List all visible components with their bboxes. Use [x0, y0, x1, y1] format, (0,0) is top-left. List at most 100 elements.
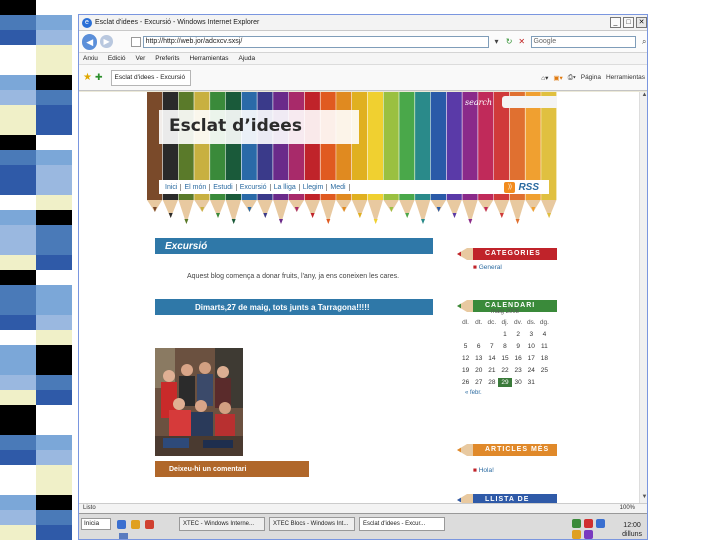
zoom-level[interactable]: 100%	[620, 504, 635, 513]
nav-item[interactable]: La lliga	[274, 183, 300, 191]
maximize-button[interactable]: □	[623, 17, 634, 28]
refresh-icon[interactable]: ↻	[504, 37, 514, 47]
calendar-day[interactable]: 8	[498, 342, 511, 351]
comment-heading[interactable]: Deixeu-hi un comentari	[169, 466, 246, 473]
blog-search-input[interactable]	[502, 96, 557, 108]
tray-icon[interactable]	[572, 519, 581, 528]
calendar-day[interactable]: 20	[472, 366, 485, 375]
search-icon[interactable]: ⌕	[639, 37, 647, 47]
calendar-day[interactable]: 7	[485, 342, 498, 351]
tools-menu[interactable]: Herramientas	[606, 74, 645, 81]
calendar-day[interactable]: 22	[498, 366, 511, 375]
back-arrow-icon[interactable]: ◀	[82, 33, 98, 50]
address-input[interactable]: http://http://web.jor/adcxcv.sxsj/	[142, 35, 489, 48]
quick-launch-app-icon[interactable]	[145, 520, 154, 529]
site-title: Esclat d’idees	[169, 116, 302, 136]
calendar-day[interactable]: 18	[538, 354, 551, 363]
calendar-empty-cell	[472, 330, 485, 339]
calendar-day[interactable]: 26	[459, 378, 472, 387]
calendar-day[interactable]: 31	[525, 378, 538, 387]
tray-icon[interactable]	[584, 519, 593, 528]
clock[interactable]: 12:00 dilluns	[622, 521, 642, 539]
calendar-day[interactable]: 25	[538, 366, 551, 375]
nav-item[interactable]: Medi	[330, 183, 350, 191]
mosaic-tile	[0, 270, 36, 285]
forward-arrow-icon[interactable]: ▶	[100, 35, 113, 48]
calendar-day[interactable]: 5	[459, 342, 472, 351]
nav-item[interactable]: Excursió	[240, 183, 271, 191]
calendar-day[interactable]: 29	[498, 378, 512, 387]
close-button[interactable]: ✕	[636, 17, 647, 28]
mosaic-tile	[36, 165, 72, 180]
menu-item[interactable]: Herramientas	[190, 55, 229, 62]
calendar-day[interactable]: 27	[472, 378, 485, 387]
dropdown-icon[interactable]: ▾	[492, 37, 502, 47]
calendar-day[interactable]: 23	[512, 366, 525, 375]
calendar-day[interactable]: 11	[538, 342, 551, 351]
nav-item[interactable]: Inici	[165, 183, 182, 191]
nav-item[interactable]: Llegim	[303, 183, 328, 191]
calendar-day[interactable]: 14	[485, 354, 498, 363]
stop-icon[interactable]: ✕	[517, 37, 527, 47]
calendar-day[interactable]: 10	[525, 342, 538, 351]
calendar-day[interactable]: 16	[512, 354, 525, 363]
mosaic-tile	[36, 315, 72, 330]
start-button[interactable]: Inicia	[81, 518, 111, 530]
calendar-day[interactable]: 30	[512, 378, 525, 387]
search-input[interactable]: Google	[530, 35, 637, 48]
intro-text: Aquest blog comença a donar fruits, l'an…	[187, 273, 400, 280]
calendar-day[interactable]: 12	[459, 354, 472, 363]
calendar-day[interactable]: 28	[485, 378, 498, 387]
tray-icon[interactable]	[572, 530, 581, 539]
calendar-day[interactable]: 17	[525, 354, 538, 363]
favorites-star-icon[interactable]: ★	[83, 72, 92, 83]
taskbar-item-active[interactable]: Esclat d'idees - Excur...	[359, 517, 445, 531]
calendar-prev-link[interactable]: « febr.	[459, 390, 551, 396]
mosaic-tile	[0, 450, 36, 465]
tray-icon[interactable]	[596, 519, 605, 528]
calendar-day[interactable]: 19	[459, 366, 472, 375]
mosaic-tile	[0, 465, 36, 480]
calendar-day[interactable]: 2	[512, 330, 525, 339]
quick-launch-folder-icon[interactable]	[131, 520, 140, 529]
article-link[interactable]: ■ Hola!	[473, 467, 494, 474]
calendar-day[interactable]: 15	[498, 354, 511, 363]
quick-launch-ie-icon[interactable]	[117, 520, 126, 529]
category-link[interactable]: ■ General	[473, 264, 502, 271]
rss-link[interactable]: )) RSS	[504, 181, 539, 193]
calendar-day[interactable]: 9	[512, 342, 525, 351]
taskbar-item[interactable]: XTEC - Windows Interne...	[179, 517, 265, 531]
mosaic-tile	[36, 435, 72, 450]
menu-item[interactable]: Preferits	[155, 55, 179, 62]
calendar-day[interactable]: 4	[538, 330, 551, 339]
tray-icon[interactable]	[584, 530, 593, 539]
calendar-day[interactable]: 21	[485, 366, 498, 375]
calendar-day-header: dg.	[539, 319, 549, 326]
add-favorites-icon[interactable]: ✚	[95, 72, 103, 83]
menu-item[interactable]: Ajuda	[239, 55, 256, 62]
mosaic-tile	[36, 390, 72, 405]
scroll-down-icon[interactable]: ▼	[640, 494, 647, 503]
calendar-day[interactable]: 3	[525, 330, 538, 339]
mosaic-tile	[36, 135, 72, 150]
print-icon[interactable]: ⎙▾	[568, 74, 576, 82]
menu-item[interactable]: Edició	[108, 55, 126, 62]
calendar-day[interactable]: 6	[472, 342, 485, 351]
tab-esclat[interactable]: Esclat d'idees - Excursió	[110, 69, 191, 86]
home-icon[interactable]: ⌂▾	[541, 74, 548, 82]
page-menu[interactable]: Página	[581, 74, 601, 81]
nav-item[interactable]: El món	[184, 183, 211, 191]
calendar-day[interactable]: 13	[472, 354, 485, 363]
menu-item[interactable]: Arxiu	[83, 55, 98, 62]
nav-item[interactable]: Estudi	[213, 183, 237, 191]
taskbar-item[interactable]: XTEC Blocs - Windows Int...	[269, 517, 355, 531]
minimize-button[interactable]: _	[610, 17, 621, 28]
feeds-icon[interactable]: ▣▾	[553, 74, 562, 82]
menu-item[interactable]: Ver	[136, 55, 146, 62]
network-icon[interactable]	[119, 533, 128, 539]
calendar-day[interactable]: 24	[525, 366, 538, 375]
calendar-day[interactable]: 1	[498, 330, 511, 339]
post-title[interactable]: Dimarts,27 de maig, tots junts a Tarrago…	[195, 303, 370, 312]
scroll-up-icon[interactable]: ▲	[640, 92, 647, 101]
vertical-scrollbar[interactable]: ▲ ▼	[639, 92, 647, 503]
